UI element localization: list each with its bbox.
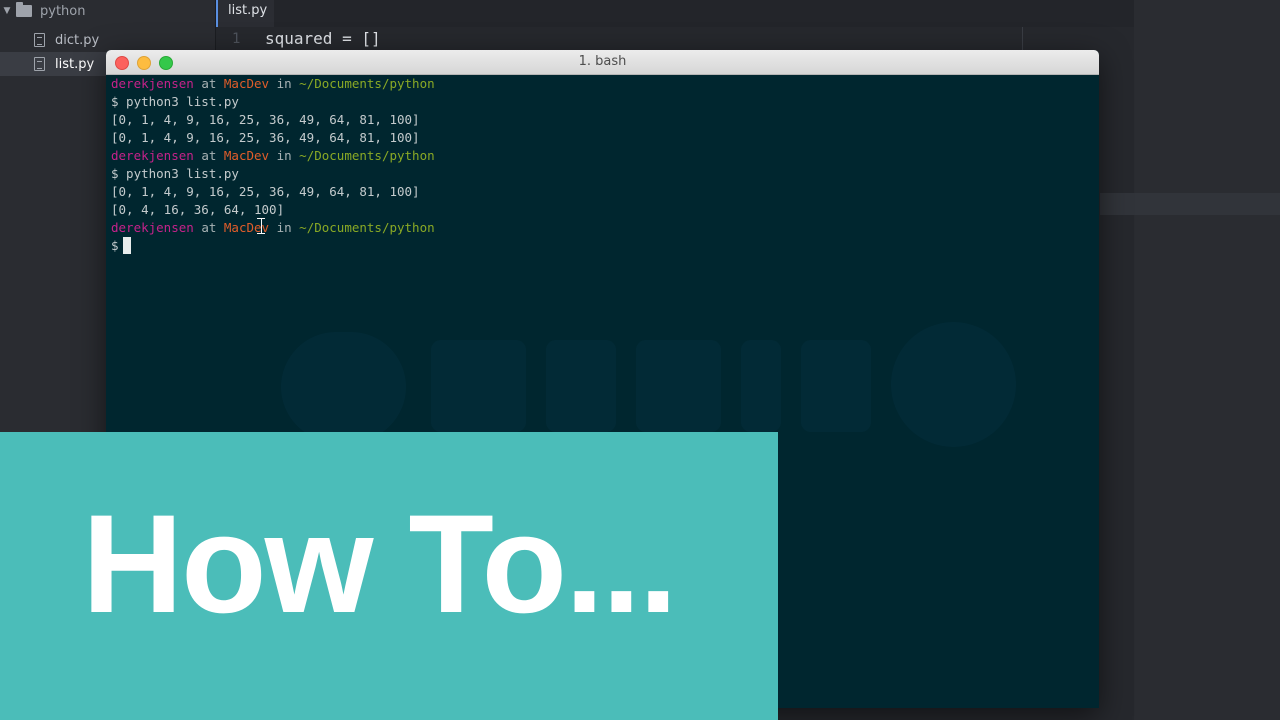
prompt-at: at bbox=[193, 76, 224, 91]
prompt-user: derekjensen bbox=[111, 148, 194, 163]
chevron-down-icon[interactable]: ▼ bbox=[0, 6, 14, 16]
terminal-title: 1. bash bbox=[578, 54, 627, 69]
ibeam-cursor-icon bbox=[257, 218, 265, 234]
prompt-path: ~/Documents/python bbox=[299, 76, 435, 91]
command-line: $ python3 list.py bbox=[111, 166, 239, 181]
output-line: [0, 1, 4, 9, 16, 25, 36, 49, 64, 81, 100… bbox=[111, 112, 420, 127]
prompt-line: derekjensen at MacDev in ~/Documents/pyt… bbox=[111, 147, 435, 165]
editor-tab-bar: list.py bbox=[216, 0, 1280, 27]
terminal-titlebar[interactable]: 1. bash bbox=[106, 50, 1099, 75]
prompt-host: MacDev bbox=[223, 76, 270, 91]
file-label: dict.py bbox=[55, 32, 100, 48]
prompt-in: in bbox=[269, 148, 300, 163]
input-line[interactable]: $ bbox=[111, 237, 435, 255]
folder-icon bbox=[16, 2, 32, 17]
folder-label: python bbox=[40, 3, 86, 19]
prompt-user: derekjensen bbox=[111, 220, 194, 235]
prompt-at: at bbox=[193, 220, 224, 235]
terminal-output[interactable]: derekjensen at MacDev in ~/Documents/pyt… bbox=[111, 75, 435, 255]
prompt-dollar: $ bbox=[111, 238, 119, 253]
file-icon bbox=[34, 33, 45, 47]
prompt-in: in bbox=[269, 76, 300, 91]
line-number: 1 bbox=[232, 31, 241, 47]
text-cursor bbox=[122, 237, 131, 254]
prompt-path: ~/Documents/python bbox=[299, 220, 435, 235]
output-line: [0, 4, 16, 36, 64, 100] bbox=[111, 202, 285, 217]
file-item-dict[interactable]: dict.py bbox=[0, 28, 215, 52]
prompt-line: derekjensen at MacDev in ~/Documents/pyt… bbox=[111, 75, 435, 93]
prompt-line: derekjensen at MacDev in ~/Documents/pyt… bbox=[111, 219, 435, 237]
prompt-host: MacDev bbox=[223, 148, 270, 163]
prompt-in: in bbox=[269, 220, 300, 235]
watermark-logo bbox=[281, 322, 1016, 450]
tab-list-py[interactable]: list.py bbox=[216, 0, 274, 27]
title-banner: How To... bbox=[0, 432, 778, 720]
output-line: [0, 1, 4, 9, 16, 25, 36, 49, 64, 81, 100… bbox=[111, 184, 420, 199]
prompt-user: derekjensen bbox=[111, 76, 194, 91]
file-icon bbox=[34, 57, 45, 71]
highlight-strip bbox=[1100, 193, 1280, 215]
prompt-at: at bbox=[193, 148, 224, 163]
folder-row-python[interactable]: ▼ python bbox=[0, 0, 215, 22]
file-label: list.py bbox=[55, 56, 95, 72]
command-line: $ python3 list.py bbox=[111, 94, 239, 109]
code-line[interactable]: squared = [] bbox=[265, 29, 381, 48]
prompt-path: ~/Documents/python bbox=[299, 148, 435, 163]
right-panel bbox=[1134, 0, 1280, 720]
banner-title: How To... bbox=[82, 485, 678, 642]
output-line: [0, 1, 4, 9, 16, 25, 36, 49, 64, 81, 100… bbox=[111, 130, 420, 145]
